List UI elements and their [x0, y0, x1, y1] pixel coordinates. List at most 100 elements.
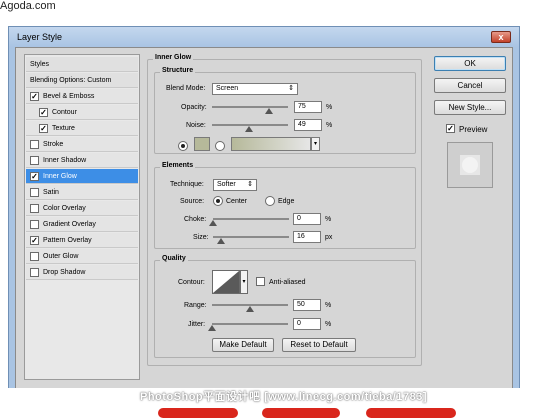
style-item-gradient-overlay[interactable]: Gradient Overlay	[26, 217, 138, 232]
red-tab-2[interactable]	[262, 408, 340, 418]
jitter-slider-track[interactable]	[212, 323, 288, 325]
blend-mode-select[interactable]: Screen ⇕	[212, 83, 298, 95]
red-tab-3[interactable]	[366, 408, 456, 418]
gradient-dropdown-button[interactable]: ▾	[311, 137, 320, 151]
chevron-updown-icon: ⇕	[247, 181, 253, 188]
technique-select[interactable]: Softer ⇕	[213, 179, 257, 191]
style-item-outer-glow[interactable]: Outer Glow	[26, 249, 138, 264]
style-checkbox[interactable]	[30, 220, 39, 229]
opacity-slider-thumb[interactable]	[265, 108, 273, 114]
style-item-inner-glow[interactable]: ✓ Inner Glow	[26, 169, 138, 184]
style-item-contour[interactable]: ✓ Contour	[26, 105, 138, 120]
check-icon: ✓	[31, 236, 38, 245]
styles-list: Styles Blending Options: Custom ✓ Bevel & E…	[24, 54, 140, 380]
style-checkbox[interactable]: ✓	[30, 92, 39, 101]
blend-mode-value: Screen	[216, 85, 239, 92]
style-item-blending-options-custom[interactable]: Blending Options: Custom	[26, 73, 138, 88]
style-item-pattern-overlay[interactable]: ✓ Pattern Overlay	[26, 233, 138, 248]
close-button[interactable]: x	[491, 31, 511, 43]
style-item-drop-shadow[interactable]: Drop Shadow	[26, 265, 138, 280]
style-item-styles[interactable]: Styles	[26, 57, 138, 72]
ok-button[interactable]: OK	[434, 56, 506, 71]
jitter-slider-thumb[interactable]	[208, 325, 216, 331]
style-item-label: Blending Options: Custom	[30, 77, 112, 84]
reset-to-default-button[interactable]: Reset to Default	[282, 338, 356, 352]
style-checkbox[interactable]	[30, 188, 39, 197]
jitter-field[interactable]: 0	[293, 318, 321, 330]
style-checkbox[interactable]: ✓	[30, 172, 39, 181]
style-checkbox[interactable]	[30, 140, 39, 149]
style-item-label: Satin	[43, 189, 59, 196]
opacity-field[interactable]: 75	[294, 101, 322, 113]
inner-glow-title: Inner Glow	[153, 54, 194, 61]
style-item-label: Inner Shadow	[43, 157, 87, 164]
red-tab-1[interactable]	[158, 408, 238, 418]
style-item-texture[interactable]: ✓ Texture	[26, 121, 138, 136]
range-unit: %	[325, 302, 332, 309]
size-slider-thumb[interactable]	[217, 238, 225, 244]
jitter-unit: %	[325, 321, 332, 328]
watermark-text: PhotoShop平面设计吧 [www.linecg.com/tieba/178…	[140, 391, 428, 403]
dialog-client: Styles Blending Options: Custom ✓ Bevel & E…	[15, 47, 513, 389]
chevron-updown-icon: ⇕	[288, 85, 294, 92]
glow-color-swatch[interactable]	[194, 137, 210, 151]
check-icon: ✓	[31, 92, 38, 101]
choke-slider-thumb[interactable]	[209, 220, 217, 226]
style-checkbox[interactable]: ✓	[39, 124, 48, 133]
make-default-button[interactable]: Make Default	[212, 338, 274, 352]
style-checkbox[interactable]	[30, 268, 39, 277]
anti-aliased-checkbox[interactable]	[256, 277, 265, 286]
contour-label: Contour:	[178, 279, 205, 286]
style-item-label: Contour	[52, 109, 77, 116]
source-center-radio[interactable]	[213, 196, 223, 206]
noise-slider-thumb[interactable]	[245, 126, 254, 132]
new-style-button[interactable]: New Style...	[434, 100, 506, 115]
opacity-unit: %	[326, 104, 333, 111]
preview-checkbox[interactable]: ✓	[446, 124, 455, 133]
title-bar[interactable]: Layer Style x	[9, 27, 519, 47]
range-label: Range:	[184, 302, 207, 309]
check-icon: ✓	[40, 124, 47, 133]
contour-picker[interactable]	[212, 270, 240, 294]
style-item-inner-shadow[interactable]: Inner Shadow	[26, 153, 138, 168]
style-checkbox[interactable]: ✓	[39, 108, 48, 117]
style-checkbox[interactable]	[30, 156, 39, 165]
color-radio[interactable]	[178, 141, 188, 151]
chevron-down-icon: ▾	[242, 279, 246, 285]
size-unit: px	[325, 234, 333, 241]
source-edge-radio[interactable]	[265, 196, 275, 206]
style-item-label: Drop Shadow	[43, 269, 86, 276]
range-field[interactable]: 50	[293, 299, 321, 311]
style-checkbox[interactable]: ✓	[30, 236, 39, 245]
gradient-picker[interactable]	[231, 137, 311, 151]
source-label: Source:	[180, 198, 205, 205]
style-item-stroke[interactable]: Stroke	[26, 137, 138, 152]
blend-mode-label: Blend Mode:	[166, 85, 206, 92]
check-icon: ✓	[40, 108, 47, 117]
chevron-down-icon: ▾	[313, 141, 317, 147]
gradient-radio[interactable]	[215, 141, 225, 151]
noise-unit: %	[326, 122, 333, 129]
check-icon: ✓	[447, 124, 454, 133]
choke-unit: %	[325, 216, 332, 223]
cancel-button[interactable]: Cancel	[434, 78, 506, 93]
dialog-title: Layer Style	[17, 32, 63, 42]
style-checkbox[interactable]	[30, 252, 39, 261]
style-item-label: Texture	[52, 125, 75, 132]
range-slider-thumb[interactable]	[246, 306, 254, 312]
check-icon: ✓	[31, 172, 38, 181]
size-field[interactable]: 16	[293, 231, 321, 243]
style-item-satin[interactable]: Satin	[26, 185, 138, 200]
style-item-label: Color Overlay	[43, 205, 86, 212]
choke-field[interactable]: 0	[293, 213, 321, 225]
style-item-label: Gradient Overlay	[43, 221, 96, 228]
elements-title: Elements	[160, 162, 196, 169]
style-checkbox[interactable]	[30, 204, 39, 213]
contour-dropdown-button[interactable]: ▾	[240, 270, 248, 294]
opacity-slider-track[interactable]	[212, 106, 288, 108]
choke-slider-track[interactable]	[213, 218, 289, 220]
noise-field[interactable]: 49	[294, 119, 322, 131]
technique-label: Technique:	[170, 181, 204, 188]
style-item-color-overlay[interactable]: Color Overlay	[26, 201, 138, 216]
style-item-bevel-emboss[interactable]: ✓ Bevel & Emboss	[26, 89, 138, 104]
